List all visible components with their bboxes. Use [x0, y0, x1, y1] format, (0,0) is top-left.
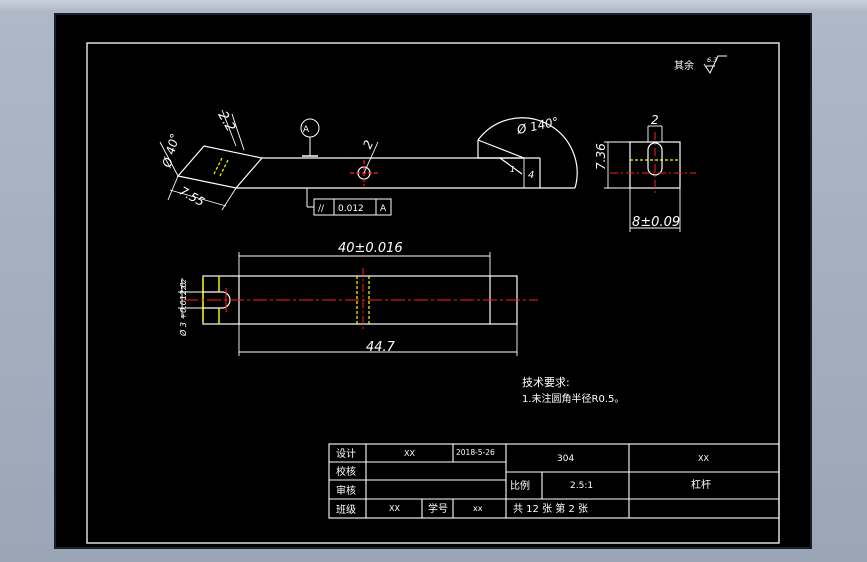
class-label: 班级: [336, 504, 356, 516]
student-no-label: 学号: [428, 502, 448, 515]
dim-1: 1: [510, 165, 515, 174]
student-no-value: xx: [473, 504, 483, 513]
top-dim-left-tol: Ø 3 +0.012 0: [178, 282, 188, 337]
side-dim-top: 2: [651, 113, 659, 127]
side-dim-left: 7.36: [594, 143, 608, 170]
design-label: 设计: [336, 447, 356, 460]
side-dim-bottom: 8±0.09: [632, 215, 680, 230]
cad-viewport: 其余 6.3 2.2 Ø 40° 7.55 A 2 Ø 140° 4 1 // …: [54, 13, 812, 549]
tech-requirement-item: 1.未注圆角半径R0.5。: [522, 392, 624, 405]
top-dim-bottom: 44.7: [366, 340, 396, 355]
tolerance-symbol: //: [318, 204, 325, 214]
check-label: 校核: [336, 465, 356, 478]
drawing-sheet: [54, 13, 812, 549]
class-value: XX: [389, 504, 400, 513]
review-label: 审核: [336, 484, 356, 497]
scale-value: 2.5:1: [570, 481, 593, 491]
material: 304: [557, 454, 574, 464]
surface-finish-label: 其余: [674, 59, 694, 72]
tech-requirements-title: 技术要求:: [522, 376, 570, 389]
tolerance-datum: A: [380, 204, 387, 214]
datum-a-label: A: [303, 125, 310, 135]
top-dim-top: 40±0.016: [338, 241, 403, 256]
sheet-info: 共 12 张 第 2 张: [513, 502, 588, 515]
design-date: 2018-5-26: [456, 448, 495, 457]
scale-label: 比例: [510, 479, 530, 492]
tolerance-value: 0.012: [338, 204, 364, 214]
school: XX: [698, 454, 709, 463]
design-name: XX: [404, 449, 415, 458]
part-name: 杠杆: [691, 478, 711, 491]
dim-4: 4: [528, 170, 534, 181]
